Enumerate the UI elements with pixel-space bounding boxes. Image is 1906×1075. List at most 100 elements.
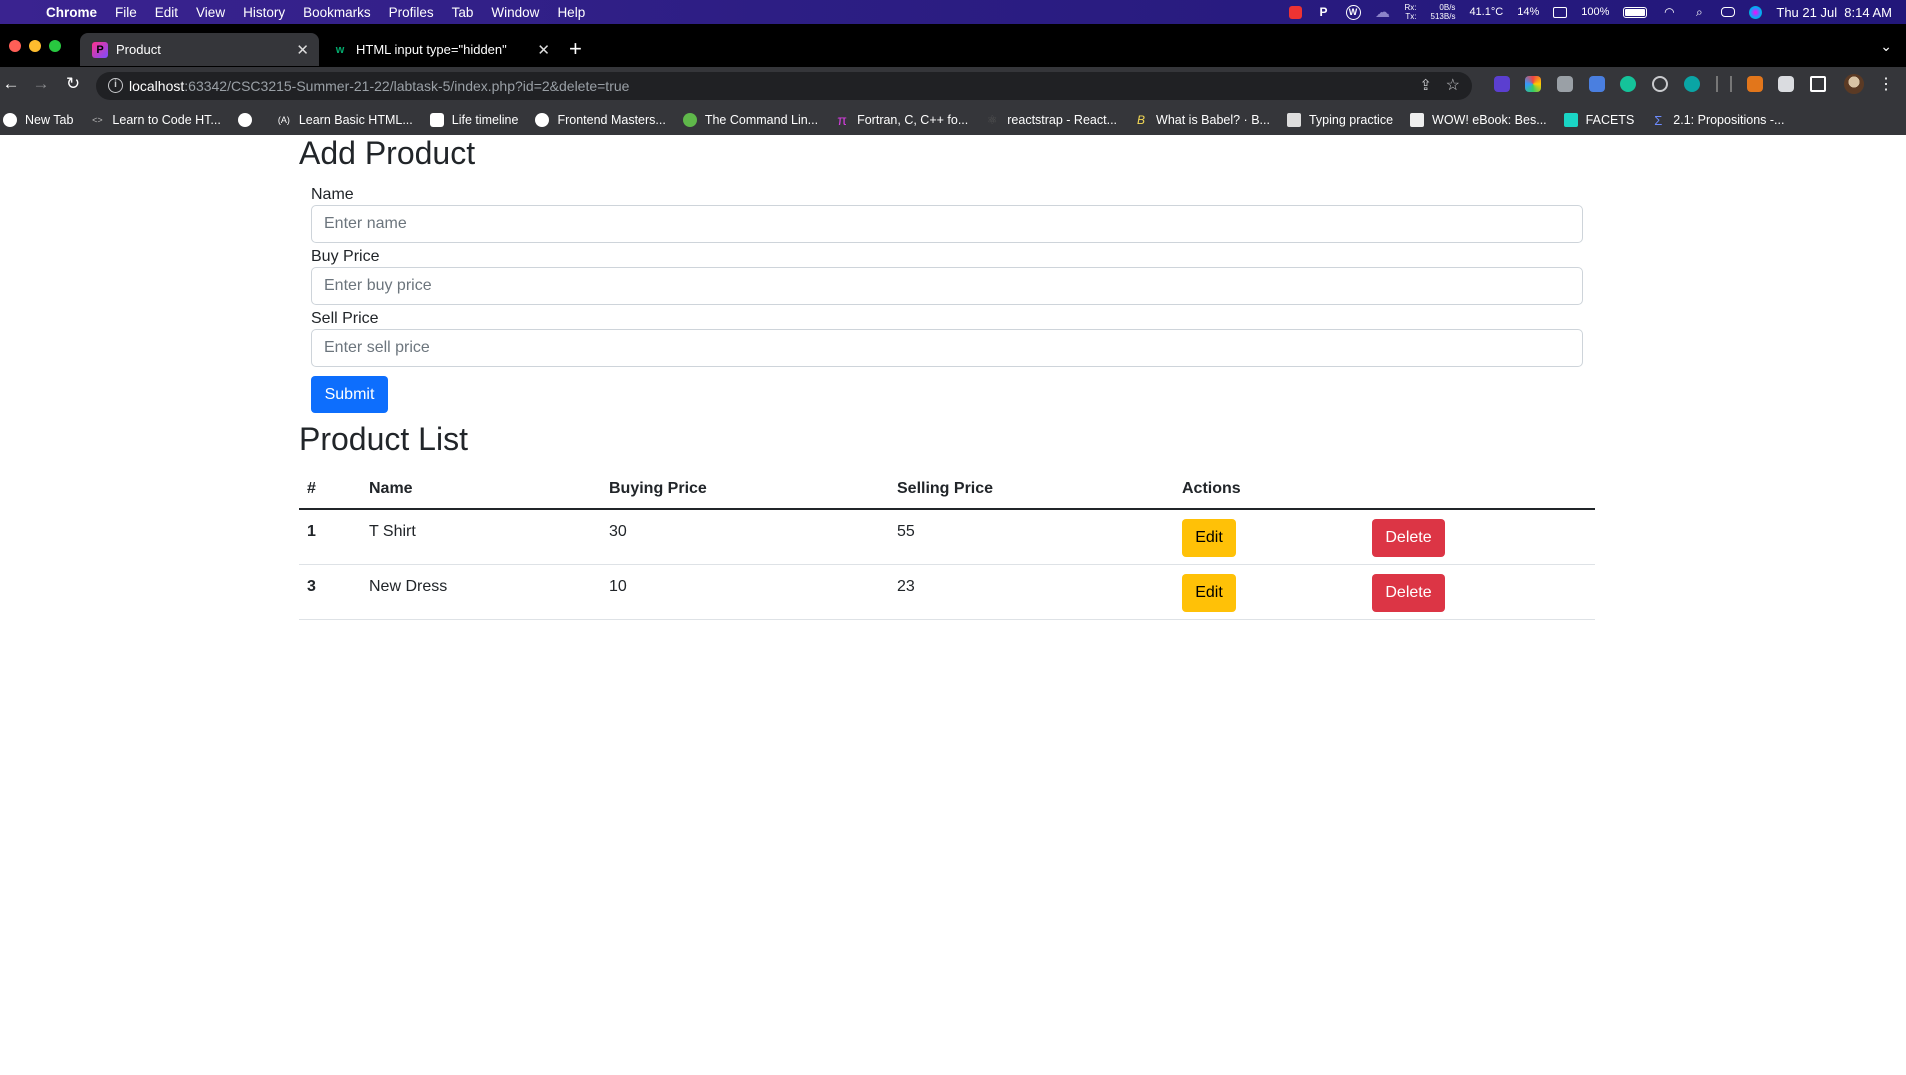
search-icon[interactable]: ⌕ — [1691, 5, 1707, 19]
extension-counter-icon[interactable] — [1494, 76, 1510, 92]
product-list-heading: Product List — [299, 421, 468, 457]
bookmarks-bar: New Tab <> Learn to Code HT... (A) Learn B… — [0, 105, 1906, 135]
name-label: Name — [311, 186, 354, 203]
url-text[interactable]: localhost:63342/CSC3215-Summer-21-22/lab… — [129, 78, 629, 94]
bookmark-label: What is Babel? · B... — [1156, 113, 1270, 127]
bookmark-label: Learn Basic HTML... — [298, 113, 413, 127]
menu-profiles[interactable]: Profiles — [389, 5, 434, 20]
bookmark-label: WOW! eBook: Bes... — [1432, 113, 1547, 127]
name-input[interactable] — [311, 205, 1583, 243]
product-table: # Name Buying Price Selling Price Action… — [299, 469, 1595, 620]
sigma-icon: Σ — [1654, 112, 1663, 128]
edit-button[interactable]: Edit — [1182, 573, 1236, 612]
delete-button[interactable]: Delete — [1372, 519, 1445, 557]
window-close-button[interactable] — [9, 40, 21, 52]
puzzle-extensions-icon[interactable] — [1778, 76, 1794, 92]
datetime[interactable]: Thu 21 Jul 8:14 AM — [1776, 5, 1892, 20]
globe-extension-icon[interactable] — [1684, 76, 1700, 92]
bookmark-star-icon[interactable]: ☆ — [1446, 75, 1460, 95]
back-arrow-icon[interactable]: ← — [0, 74, 22, 94]
profile-avatar[interactable] — [1844, 74, 1864, 94]
bookmark-facets[interactable]: FACETS — [1563, 113, 1634, 127]
network-speed: 0B/s 513B/s — [1431, 3, 1456, 21]
code-icon: <> — [92, 115, 103, 125]
submit-button[interactable]: Submit — [311, 376, 388, 413]
menu-edit[interactable]: Edit — [155, 5, 178, 20]
bookmark-typing-practice[interactable]: Typing practice — [1286, 113, 1393, 127]
bookmark-life-timeline[interactable]: Life timeline — [429, 113, 518, 127]
reload-icon[interactable]: ↻ — [62, 74, 84, 94]
table-header-row: # Name Buying Price Selling Price Action… — [299, 469, 1595, 510]
bookmark-propositions[interactable]: Σ 2.1: Propositions -... — [1651, 112, 1785, 128]
grammarly-extension-icon[interactable] — [1620, 76, 1636, 92]
bookmark-frontend-masters[interactable]: Frontend Masters... — [535, 113, 666, 127]
bookmark-label: 2.1: Propositions -... — [1673, 113, 1785, 127]
site-info-icon[interactable]: i — [108, 78, 123, 93]
camera-extension-icon[interactable] — [1557, 76, 1573, 92]
tab-product[interactable]: P Product ✕ — [80, 33, 319, 66]
window-zoom-button[interactable] — [49, 40, 61, 52]
tab-html-input-hidden[interactable]: w HTML input type="hidden" ✕ — [320, 33, 560, 66]
edit-button[interactable]: Edit — [1182, 519, 1236, 557]
keyboard-icon[interactable] — [1553, 6, 1568, 18]
menu-window[interactable]: Window — [491, 5, 539, 20]
menu-tab[interactable]: Tab — [452, 5, 474, 20]
buy-price-input[interactable] — [311, 267, 1583, 305]
cell-edit: Edit — [1174, 564, 1364, 620]
bookmark-label: Frontend Masters... — [557, 113, 666, 127]
column-header-buying-price: Buying Price — [601, 469, 889, 510]
menu-view[interactable]: View — [196, 5, 225, 20]
bookmark-reactstrap[interactable]: ⚛ reactstrap - React... — [985, 113, 1117, 127]
wordpress-icon[interactable]: W — [1345, 4, 1361, 20]
circle-extension-icon[interactable] — [1652, 76, 1668, 92]
side-panel-icon[interactable] — [1810, 76, 1826, 92]
share-icon[interactable]: ⇪ — [1419, 76, 1432, 94]
metamask-extension-icon[interactable] — [1747, 76, 1763, 92]
column-header-empty — [1364, 469, 1595, 510]
close-tab-icon[interactable]: ✕ — [537, 41, 550, 59]
bookmark-new-tab[interactable]: New Tab — [3, 113, 73, 127]
calendar-status-icon[interactable] — [1288, 5, 1302, 19]
wifi-icon[interactable]: ◠ — [1661, 5, 1677, 19]
delete-button[interactable]: Delete — [1372, 573, 1445, 612]
control-center-icon[interactable] — [1721, 7, 1736, 17]
forward-arrow-icon[interactable]: → — [30, 74, 52, 94]
new-tab-plus-icon[interactable]: + — [569, 36, 582, 62]
bookmark-learn-basic-html[interactable]: (A) Learn Basic HTML... — [277, 113, 413, 127]
menu-file[interactable]: File — [115, 5, 137, 20]
battery-icon[interactable] — [1623, 6, 1648, 18]
bookmark-globe[interactable] — [237, 113, 260, 127]
menu-help[interactable]: Help — [557, 5, 585, 20]
globe-icon — [237, 113, 252, 127]
translate-extension-icon[interactable] — [1589, 76, 1605, 92]
temperature-readout[interactable]: 41.1°C — [1469, 6, 1503, 18]
bracket-extension-icon[interactable] — [1716, 76, 1732, 92]
cloud-icon[interactable]: ☁ — [1375, 4, 1391, 21]
bookmark-babel[interactable]: B What is Babel? · B... — [1134, 113, 1270, 127]
tab-title: Product — [116, 42, 161, 57]
close-tab-icon[interactable]: ✕ — [296, 41, 309, 59]
column-header-name: Name — [361, 469, 601, 510]
window-minimize-button[interactable] — [29, 40, 41, 52]
address-bar[interactable]: i localhost:63342/CSC3215-Summer-21-22/l… — [96, 72, 1472, 100]
bookmark-learn-to-code[interactable]: <> Learn to Code HT... — [90, 113, 221, 127]
phpstorm-favicon-icon: P — [92, 41, 108, 58]
p-status-icon[interactable]: P — [1316, 5, 1332, 19]
sell-price-input[interactable] — [311, 329, 1583, 367]
facets-icon — [1563, 113, 1578, 127]
a-icon: (A) — [277, 115, 290, 125]
menu-history[interactable]: History — [243, 5, 285, 20]
cell-name: New Dress — [361, 564, 601, 620]
bookmark-command-line[interactable]: The Command Lin... — [682, 113, 818, 127]
cell-sell-price: 55 — [889, 509, 1174, 565]
bookmark-fortran[interactable]: π Fortran, C, C++ fo... — [835, 112, 968, 128]
siri-icon[interactable] — [1749, 5, 1763, 19]
extension-color-icon[interactable] — [1525, 76, 1541, 92]
bookmark-wow-ebook[interactable]: WOW! eBook: Bes... — [1410, 113, 1547, 127]
cpu-readout[interactable]: 14% — [1517, 6, 1539, 18]
chrome-menu-icon[interactable]: ⋮ — [1878, 74, 1894, 94]
tab-search-chevron-icon[interactable]: ⌄ — [1880, 38, 1892, 55]
menu-app-chrome[interactable]: Chrome — [46, 5, 97, 20]
w3schools-favicon-icon: w — [335, 43, 345, 56]
menu-bookmarks[interactable]: Bookmarks — [303, 5, 371, 20]
